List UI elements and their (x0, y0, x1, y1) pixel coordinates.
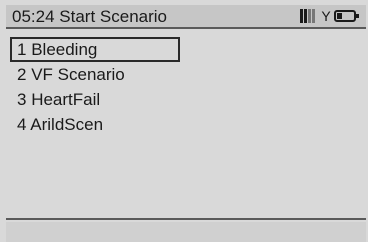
menu-item-bleeding[interactable]: 1 Bleeding (10, 37, 180, 62)
clock-time: 05:24 (12, 7, 55, 26)
menu-item-label: VF Scenario (31, 65, 125, 84)
menu-item-heartfail[interactable]: 3 HeartFail (10, 87, 180, 112)
menu-item-vf-scenario[interactable]: 2 VF Scenario (10, 62, 180, 87)
menu-item-number: 1 (17, 40, 27, 59)
menu-item-number: 4 (17, 115, 27, 134)
scenario-menu: 1 Bleeding 2 VF Scenario 3 HeartFail 4 A… (6, 37, 186, 137)
battery-icon (334, 10, 359, 22)
menu-item-label: Bleeding (31, 40, 98, 59)
signal-strength-icon (300, 9, 320, 23)
menu-item-label: HeartFail (31, 90, 101, 109)
soft-key-bar (6, 222, 366, 242)
device-screen: 05:24 Start Scenario Y 1 Bleeding 2 VF S… (0, 0, 368, 242)
status-indicators: Y (300, 8, 362, 24)
antenna-icon: Y (321, 8, 331, 24)
menu-item-number: 3 (17, 90, 27, 109)
battery-level (337, 13, 342, 19)
title-text: 05:24 Start Scenario (12, 7, 167, 27)
scenario-list-panel: 1 Bleeding 2 VF Scenario 3 HeartFail 4 A… (6, 29, 366, 220)
menu-item-arildscen[interactable]: 4 ArildScen (10, 112, 180, 137)
title-bar: 05:24 Start Scenario Y (6, 5, 366, 29)
menu-item-label: ArildScen (30, 115, 104, 134)
menu-item-number: 2 (17, 65, 27, 84)
screen-title: Start Scenario (59, 7, 168, 26)
